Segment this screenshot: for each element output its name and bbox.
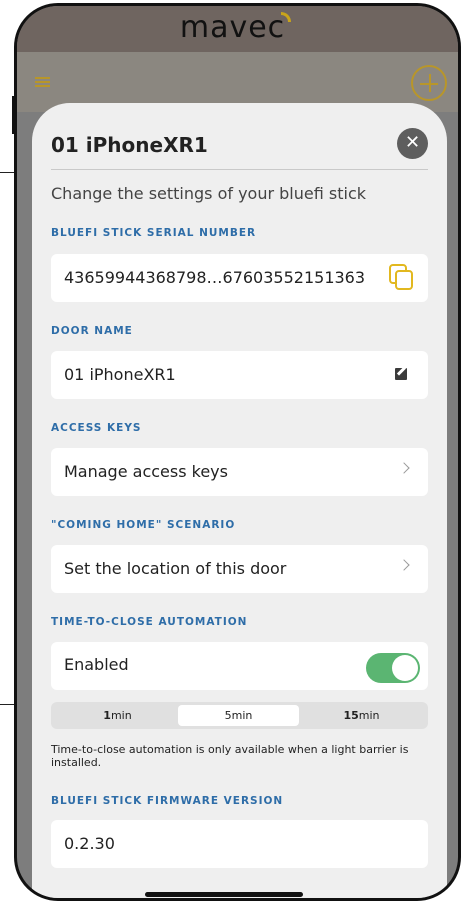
edit-icon[interactable] <box>395 368 407 380</box>
toggle-knob <box>392 655 418 681</box>
manage-access-keys-row[interactable]: Manage access keys <box>51 448 428 496</box>
time-to-close-toggle-row: Enabled <box>51 642 428 690</box>
door-name-value: 01 iPhoneXR1 <box>64 365 176 384</box>
copy-icon[interactable] <box>389 264 415 292</box>
segment-option-5min[interactable]: 5min <box>178 705 299 726</box>
time-to-close-toggle[interactable] <box>366 653 420 683</box>
phone-frame: mavec 01 iPhoneXR1 ✕ Change the settings… <box>14 3 461 901</box>
serial-number-field: 43659944368798…67603552151363 <box>51 254 428 302</box>
time-to-close-segmented-control: 1min 5min 15min <box>51 702 428 729</box>
firmware-version-field: 0.2.30 <box>51 820 428 868</box>
logo-accent <box>281 12 292 22</box>
firmware-version-value: 0.2.30 <box>64 834 115 853</box>
app-logo: mavec <box>179 9 286 45</box>
sheet-title: 01 iPhoneXR1 <box>51 133 208 157</box>
serial-number-value: 43659944368798…67603552151363 <box>64 268 366 287</box>
segment-option-1min[interactable]: 1min <box>57 705 178 726</box>
coming-home-label: "COMING HOME" SCENARIO <box>51 519 236 531</box>
door-name-label: DOOR NAME <box>51 325 133 337</box>
top-bar: mavec <box>17 6 458 52</box>
set-door-location-row[interactable]: Set the location of this door <box>51 545 428 593</box>
door-name-field[interactable]: 01 iPhoneXR1 <box>51 351 428 399</box>
set-door-location-text: Set the location of this door <box>64 559 287 578</box>
time-to-close-label: TIME-TO-CLOSE AUTOMATION <box>51 616 248 628</box>
close-icon[interactable]: ✕ <box>397 128 428 159</box>
time-to-close-note: Time-to-close automation is only availab… <box>51 743 409 769</box>
access-keys-label: ACCESS KEYS <box>51 422 142 434</box>
menu-icon[interactable] <box>35 77 50 87</box>
serial-number-label: BLUEFI STICK SERIAL NUMBER <box>51 227 257 239</box>
chevron-right-icon <box>398 559 410 571</box>
add-icon[interactable] <box>411 65 447 101</box>
home-indicator <box>145 892 303 897</box>
chevron-right-icon <box>398 462 410 474</box>
segment-option-15min[interactable]: 15min <box>301 705 422 726</box>
sheet-subtitle: Change the settings of your bluefi stick <box>51 184 367 203</box>
divider <box>51 169 428 170</box>
firmware-version-label: BLUEFI STICK FIRMWARE VERSION <box>51 795 284 807</box>
manage-access-keys-text: Manage access keys <box>64 462 228 481</box>
time-to-close-toggle-label: Enabled <box>64 655 129 674</box>
settings-sheet: 01 iPhoneXR1 ✕ Change the settings of yo… <box>32 103 447 898</box>
